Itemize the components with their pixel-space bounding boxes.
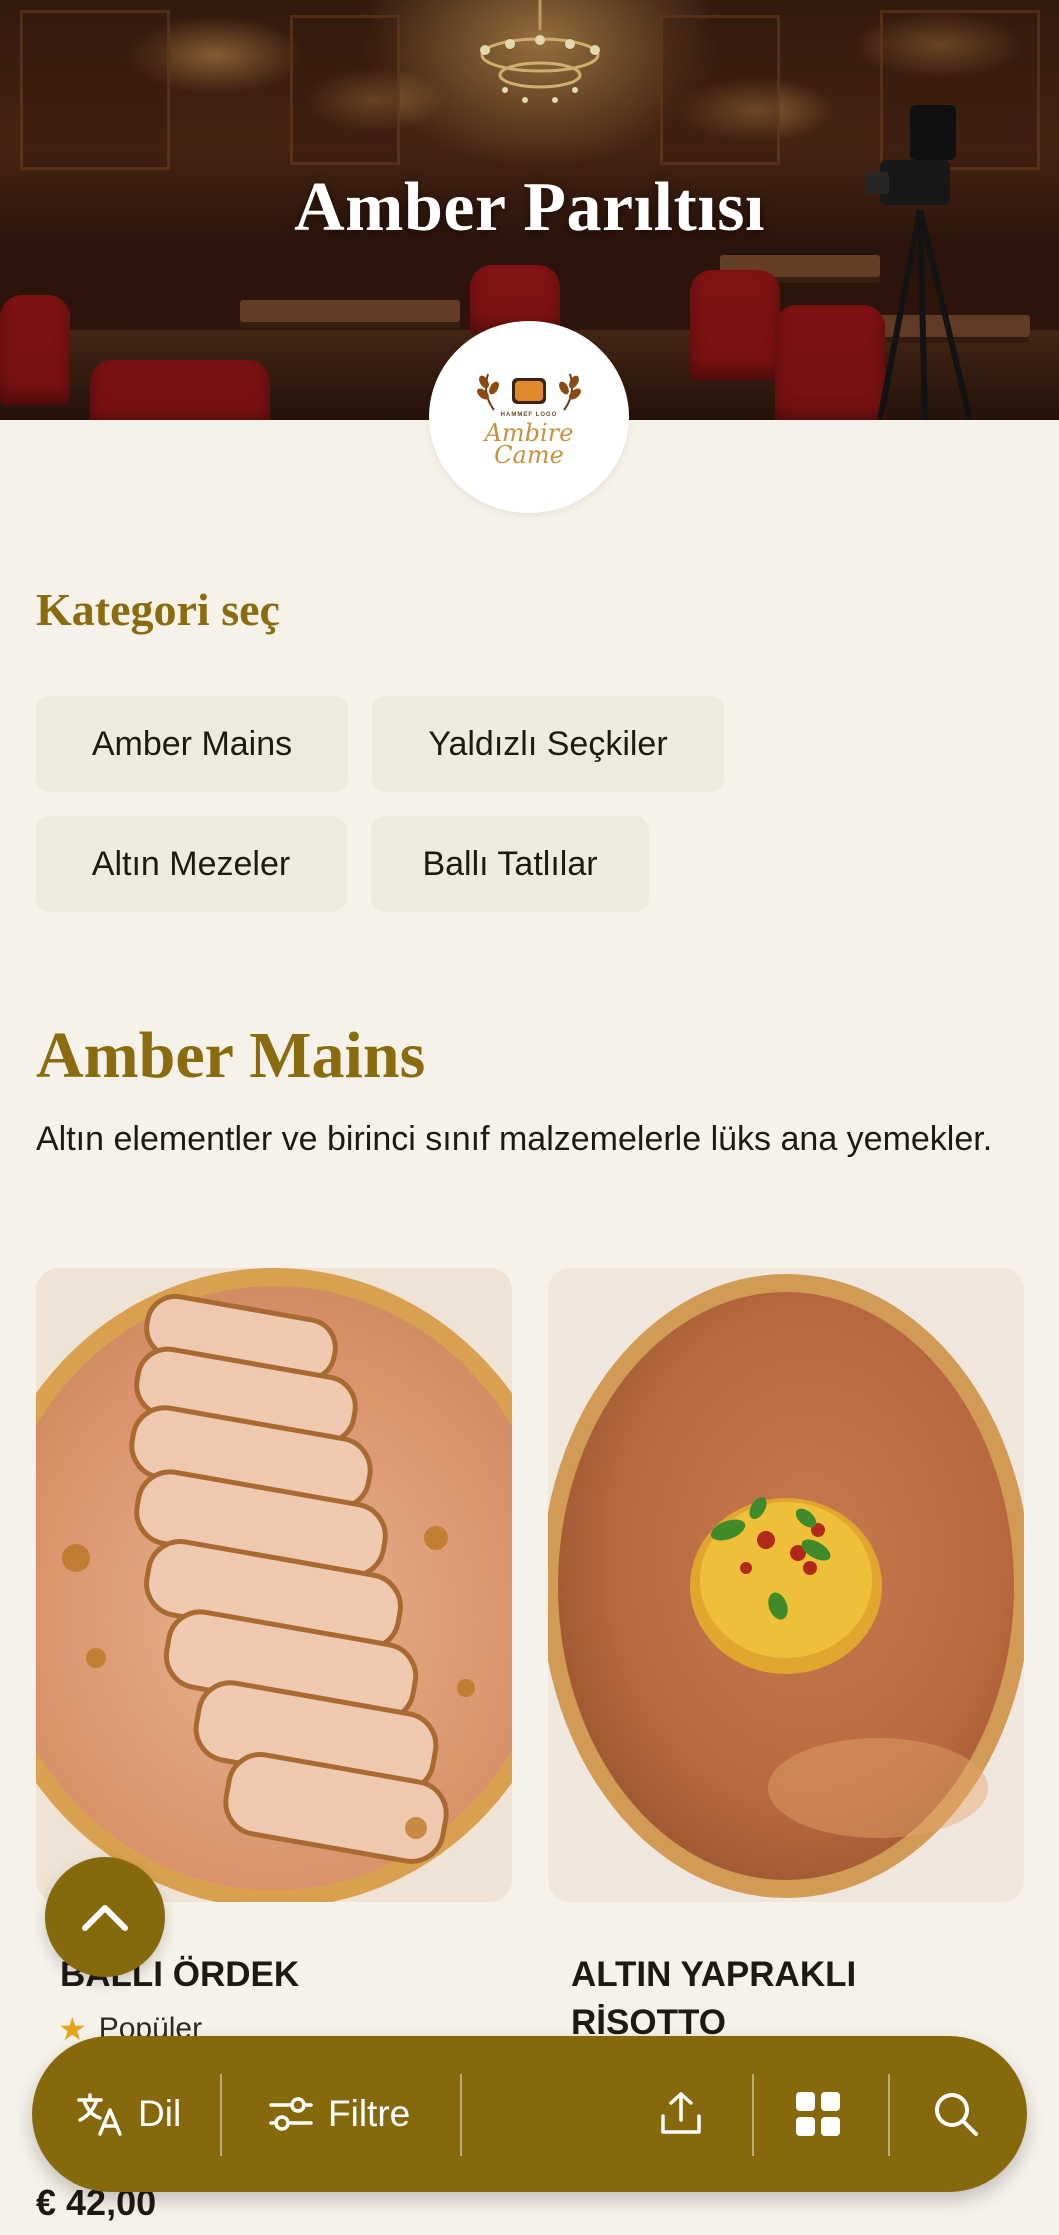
section-description: Altın elementler ve birinci sınıf malzem… — [36, 1120, 993, 1158]
category-chip-label: Yaldızlı Seçkiler — [428, 724, 668, 763]
logo-name: Ambire Came — [485, 421, 574, 469]
grid-view-button[interactable] — [794, 2036, 842, 2192]
filter-button[interactable]: Filtre — [268, 2036, 410, 2192]
language-button[interactable]: Dil — [76, 2036, 181, 2192]
scroll-to-top-button[interactable] — [45, 1857, 165, 1977]
translate-icon — [77, 2093, 122, 2136]
bar-divider — [460, 2074, 462, 2156]
language-label: Dil — [138, 2093, 182, 2134]
share-icon — [661, 2092, 701, 2134]
bar-divider — [220, 2074, 222, 2156]
logo-name-line2: Came — [494, 441, 564, 469]
filter-label: Filtre — [328, 2093, 411, 2134]
bottom-action-bar: Dil Filtre — [32, 2036, 1027, 2192]
category-chip-altin-mezeler[interactable]: Altın Mezeler — [36, 816, 346, 912]
bar-divider — [752, 2074, 754, 2156]
section-title: Amber Mains — [36, 1019, 426, 1092]
restaurant-logo: HAMMEF LOGO Ambire Came — [429, 321, 629, 513]
search-icon — [935, 2093, 978, 2136]
category-chip-balli-tatlilar[interactable]: Ballı Tatlılar — [371, 816, 649, 912]
share-button[interactable] — [657, 2036, 705, 2192]
chevron-up-icon — [82, 1905, 128, 1931]
restaurant-title: Amber Parıltısı — [294, 169, 765, 246]
grid-icon — [796, 2092, 840, 2136]
filter-icon — [269, 2097, 313, 2131]
search-button[interactable] — [932, 2036, 980, 2192]
logo-small-text: HAMMEF LOGO — [500, 412, 558, 418]
category-chip-yaldizli-seckiler[interactable]: Yaldızlı Seçkiler — [372, 696, 724, 792]
category-chip-amber-mains[interactable]: Amber Mains — [36, 696, 348, 792]
dish-image-balli-ordek[interactable] — [36, 1268, 512, 1902]
dish-title-line: ALTIN YAPRAKLI — [571, 1955, 857, 1994]
dish-image-altin-yaprakli-risotto[interactable] — [548, 1268, 1024, 1902]
laurel-logo-icon — [477, 373, 581, 411]
category-heading: Kategori seç — [36, 584, 280, 635]
category-chip-label: Ballı Tatlılar — [422, 844, 598, 883]
bar-divider — [888, 2074, 890, 2156]
category-chip-label: Altın Mezeler — [91, 844, 291, 883]
category-chip-label: Amber Mains — [91, 724, 293, 763]
dish-title-altin-yaprakli-risotto[interactable]: ALTIN YAPRAKLI RİSOTTO — [571, 1951, 856, 2047]
